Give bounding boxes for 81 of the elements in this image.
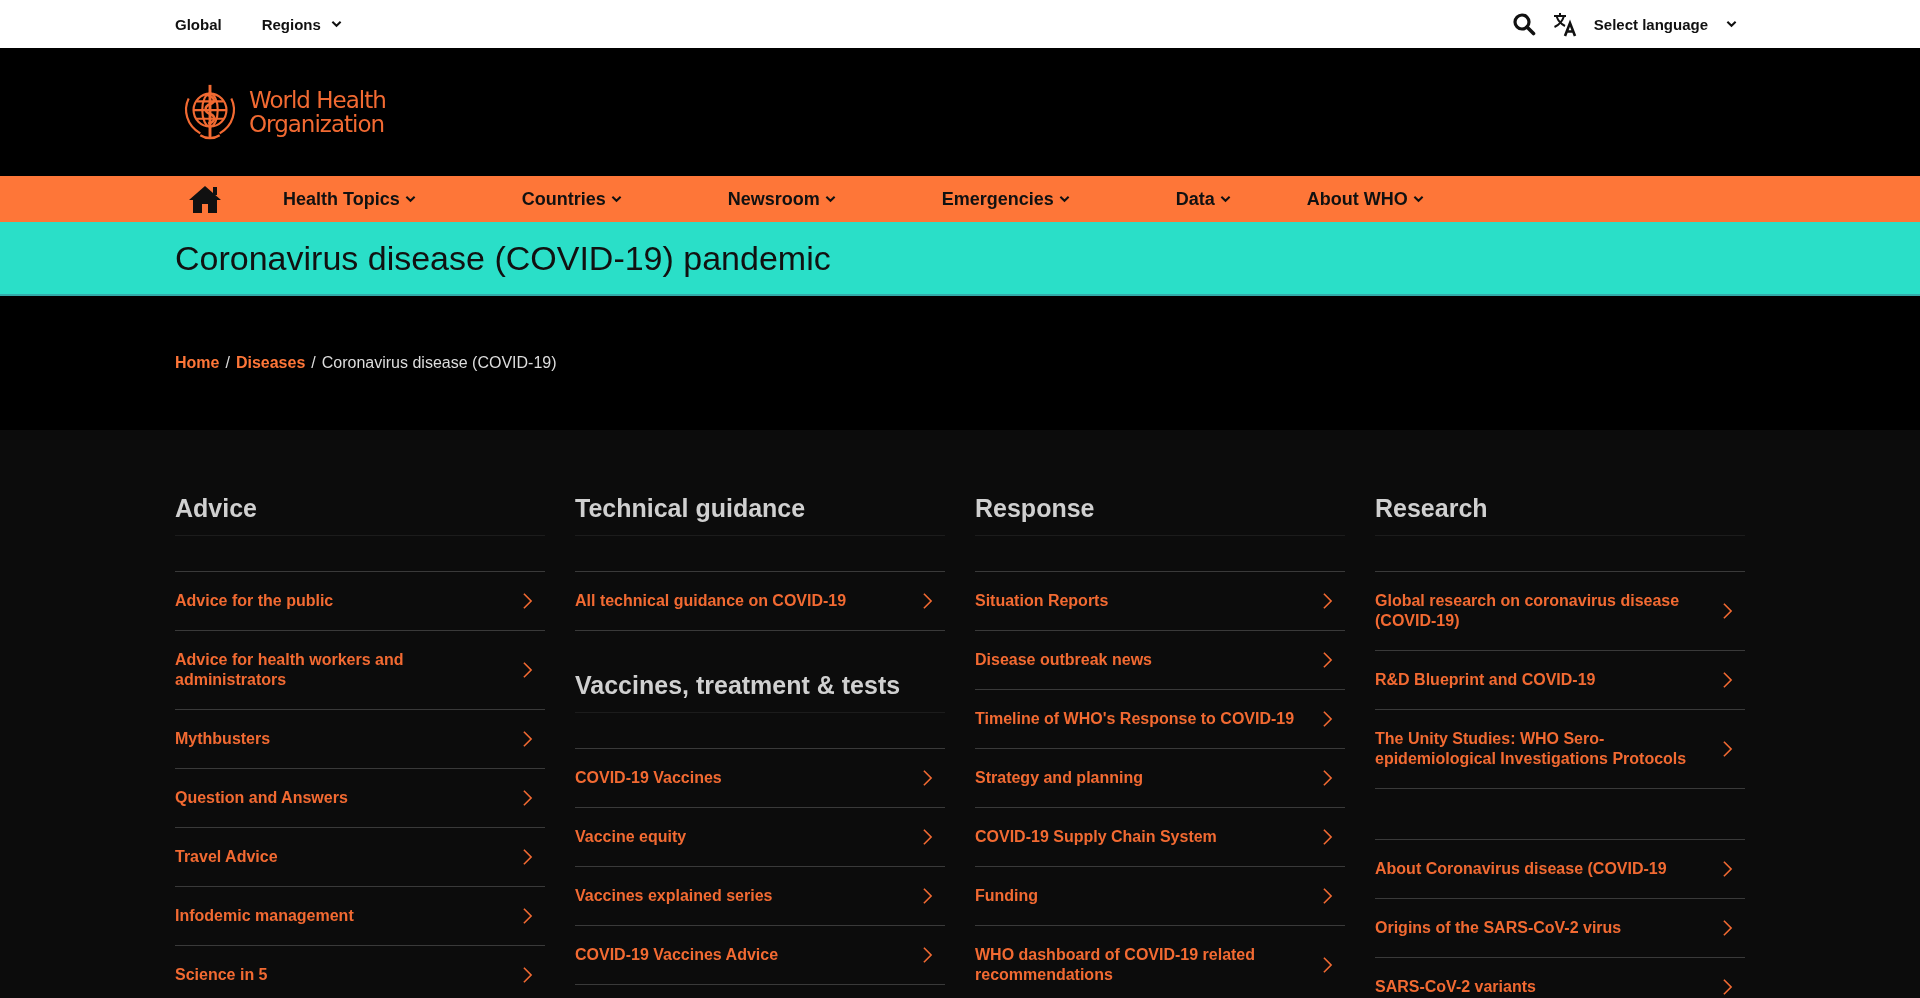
list-link[interactable]: WHO dashboard of COVID-19 related recommendations bbox=[975, 926, 1345, 998]
list-link[interactable]: Mythbusters bbox=[175, 710, 545, 769]
chevron-right-icon bbox=[1322, 651, 1333, 669]
chevron-right-icon bbox=[522, 907, 533, 925]
list-link[interactable]: The Unity Studies: WHO Sero-epidemiological Investigations Protocols bbox=[1375, 710, 1745, 789]
list-link[interactable]: COVID-19 Vaccines bbox=[575, 749, 945, 808]
chevron-down-icon bbox=[1219, 195, 1231, 203]
language-select[interactable]: Select language bbox=[1593, 15, 1737, 33]
list-link[interactable]: Strategy and planning bbox=[975, 749, 1345, 808]
list-link[interactable]: Advice for the public bbox=[175, 572, 545, 631]
list-link[interactable]: Question and Answers bbox=[175, 769, 545, 828]
chevron-down-icon bbox=[404, 195, 416, 203]
chevron-right-icon bbox=[522, 730, 533, 748]
chevron-right-icon bbox=[922, 887, 933, 905]
list-link[interactable]: Situation Reports bbox=[975, 572, 1345, 631]
chevron-right-icon bbox=[522, 966, 533, 984]
chevron-right-icon bbox=[922, 769, 933, 787]
chevron-right-icon bbox=[922, 592, 933, 610]
list-link[interactable]: Vaccine equity bbox=[575, 808, 945, 867]
breadcrumb-current: Coronavirus disease (COVID-19) bbox=[321, 354, 557, 372]
chevron-down-icon bbox=[824, 195, 836, 203]
chevron-right-icon bbox=[1722, 978, 1733, 996]
list-link[interactable]: Timeline of WHO's Response to COVID-19 bbox=[975, 690, 1345, 749]
list-link[interactable]: Science in 5 bbox=[175, 946, 545, 998]
list-link[interactable]: Funding bbox=[975, 867, 1345, 926]
chevron-right-icon bbox=[922, 828, 933, 846]
list-link[interactable]: Infodemic management bbox=[175, 887, 545, 946]
chevron-right-icon bbox=[922, 946, 933, 964]
section-heading: Research bbox=[1375, 494, 1745, 536]
breadcrumb-separator: / bbox=[225, 354, 230, 372]
list-link[interactable]: Advice for health workers and administrators bbox=[175, 631, 545, 710]
list-link[interactable]: SARS-CoV-2 variants bbox=[1375, 958, 1745, 998]
nav-menu-item[interactable]: Countries bbox=[521, 188, 622, 210]
nav-menu-item[interactable]: Data bbox=[1175, 188, 1231, 210]
list-link[interactable]: Vaccines explained series bbox=[575, 867, 945, 926]
chevron-right-icon bbox=[1322, 592, 1333, 610]
logo-text: World Health Organization bbox=[249, 88, 386, 136]
breadcrumb-separator: / bbox=[311, 354, 316, 372]
chevron-right-icon bbox=[522, 592, 533, 610]
list-link[interactable]: Disease outbreak news bbox=[975, 631, 1345, 690]
search-icon[interactable] bbox=[1511, 12, 1536, 36]
list-link[interactable]: R&D Blueprint and COVID-19 bbox=[1375, 651, 1745, 710]
chevron-right-icon bbox=[1722, 860, 1733, 878]
chevron-right-icon bbox=[522, 661, 533, 679]
translate-icon[interactable] bbox=[1551, 11, 1578, 37]
nav-menu-item[interactable]: About WHO bbox=[1306, 188, 1424, 210]
top-link[interactable]: Global bbox=[175, 15, 222, 33]
chevron-down-icon bbox=[610, 195, 622, 203]
chevron-down-icon bbox=[1058, 195, 1070, 203]
list-link[interactable]: Travel Advice bbox=[175, 828, 545, 887]
chevron-right-icon bbox=[1722, 671, 1733, 689]
chevron-right-icon bbox=[1722, 919, 1733, 937]
list-link[interactable]: About Coronavirus disease (COVID-19 bbox=[1375, 840, 1745, 899]
top-link[interactable]: Regions bbox=[261, 15, 342, 33]
page-title: Coronavirus disease (COVID-19) pandemic bbox=[175, 238, 832, 278]
list-link[interactable]: Global research on coronavirus disease (COVID-19) bbox=[1375, 572, 1745, 651]
section-heading: Technical guidance bbox=[575, 494, 945, 536]
chevron-right-icon bbox=[1322, 828, 1333, 846]
list-link[interactable]: Origins of the SARS-CoV-2 virus bbox=[1375, 899, 1745, 958]
list-link[interactable]: COVID-19 Supply Chain System bbox=[975, 808, 1345, 867]
home-icon[interactable] bbox=[187, 184, 223, 214]
chevron-right-icon bbox=[522, 848, 533, 866]
chevron-right-icon bbox=[1722, 602, 1733, 620]
breadcrumb-link[interactable]: Home bbox=[175, 354, 220, 372]
chevron-down-icon bbox=[1726, 20, 1737, 28]
chevron-right-icon bbox=[1722, 740, 1733, 758]
section-heading: Vaccines, treatment & tests bbox=[575, 671, 945, 713]
section-heading: Response bbox=[975, 494, 1345, 536]
list-link[interactable]: All technical guidance on COVID-19 bbox=[575, 572, 945, 631]
section-heading: Advice bbox=[175, 494, 545, 536]
nav-menu-item[interactable]: Newsroom bbox=[727, 188, 836, 210]
list-link[interactable]: COVID-19 Vaccines Advice bbox=[575, 926, 945, 985]
breadcrumb-link[interactable]: Diseases bbox=[235, 354, 306, 372]
nav-menu-item[interactable]: Health Topics bbox=[283, 188, 416, 210]
chevron-right-icon bbox=[1322, 887, 1333, 905]
nav-menu-item[interactable]: Emergencies bbox=[941, 188, 1070, 210]
chevron-right-icon bbox=[1322, 769, 1333, 787]
chevron-right-icon bbox=[1322, 710, 1333, 728]
chevron-down-icon bbox=[1412, 195, 1424, 203]
chevron-right-icon bbox=[522, 789, 533, 807]
chevron-right-icon bbox=[1322, 956, 1333, 974]
